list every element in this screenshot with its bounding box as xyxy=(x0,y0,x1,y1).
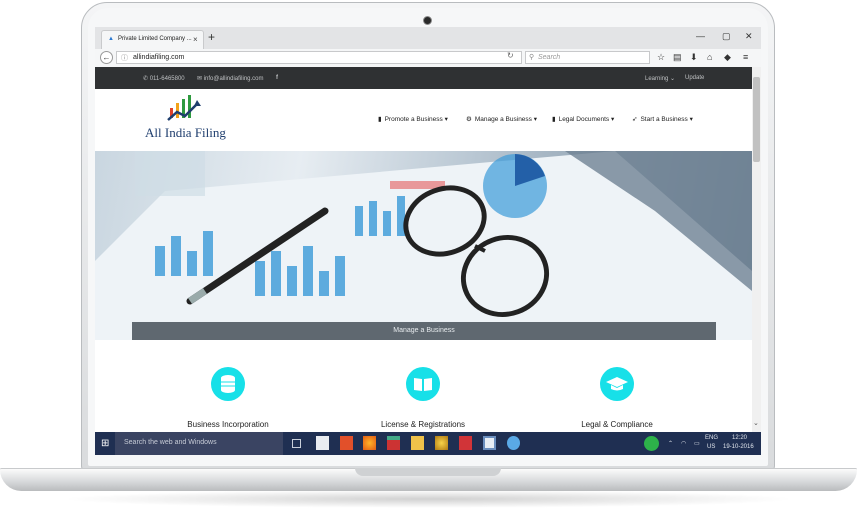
menu-start-business[interactable]: ➶ Start a Business ▾ xyxy=(632,115,693,123)
hero-banner[interactable]: Manage a Business xyxy=(95,151,752,340)
search-input[interactable]: ⚲ Search xyxy=(525,51,650,64)
webcam xyxy=(423,16,432,25)
browser-tab-bar: ▲ Private Limited Company ... × + — ▢ ✕ xyxy=(95,27,761,50)
pdf-icon[interactable] xyxy=(459,436,472,450)
photos-icon[interactable] xyxy=(483,436,496,450)
logo-text[interactable]: All India Filing xyxy=(145,125,226,141)
web-page: ✆ 011-6465800 ✉ info@allindiafiling.com … xyxy=(95,67,752,432)
menu-manage-business[interactable]: ⚙ Manage a Business ▾ xyxy=(466,115,537,123)
feature-title[interactable]: Legal & Compliance xyxy=(542,420,692,429)
screen: ▲ Private Limited Company ... × + — ▢ ✕ … xyxy=(95,27,761,455)
network-monitor-icon[interactable] xyxy=(644,436,659,451)
caret-down-icon: ▾ xyxy=(610,116,615,123)
update-link[interactable]: Update xyxy=(685,75,704,81)
chevron-up-icon[interactable]: ⌃ xyxy=(668,440,673,447)
features-section: Business Incorporation License & Registr… xyxy=(95,340,752,432)
menu-legal-documents[interactable]: ▮ Legal Documents ▾ xyxy=(552,115,614,123)
document-icon: ▮ xyxy=(552,116,556,123)
laptop-notch xyxy=(355,468,501,476)
database-icon[interactable] xyxy=(211,367,245,401)
home-icon[interactable]: ⌂ xyxy=(707,52,712,62)
hamburger-menu-icon[interactable]: ≡ xyxy=(743,52,748,62)
feature-title[interactable]: License & Registrations xyxy=(348,420,498,429)
facebook-icon[interactable]: f xyxy=(276,75,278,81)
media-app-icon[interactable] xyxy=(387,436,400,450)
url-text: allindiafiling.com xyxy=(133,54,185,61)
hero-caption: Manage a Business xyxy=(132,322,716,340)
store-icon[interactable] xyxy=(316,436,329,450)
download-icon[interactable]: ⬇ xyxy=(690,52,698,63)
windows-taskbar: ⊞ Search the web and Windows ⌃ ◠ ▭ ENG U… xyxy=(95,432,761,455)
clock-time[interactable]: 12:20 xyxy=(732,435,747,441)
file-explorer-icon[interactable] xyxy=(411,436,424,450)
search-placeholder: Search xyxy=(538,54,561,61)
caret-down-icon: ▾ xyxy=(533,116,537,123)
gear-icon: ⚙ xyxy=(466,116,472,123)
menu-promote-business[interactable]: ▮ Promote a Business ▾ xyxy=(378,115,448,123)
new-tab-button[interactable]: + xyxy=(208,30,215,44)
task-view-icon[interactable] xyxy=(292,439,301,448)
reload-icon[interactable]: ↻ xyxy=(507,51,514,60)
favicon-icon: ▲ xyxy=(108,36,114,42)
address-bar[interactable]: ⓘ allindiafiling.com xyxy=(116,51,522,64)
office-icon[interactable] xyxy=(340,436,353,450)
app-icon[interactable] xyxy=(507,436,520,450)
email-link[interactable]: ✉ info@allindiafiling.com xyxy=(197,75,264,82)
language-bottom[interactable]: US xyxy=(707,444,715,450)
logo-icon[interactable] xyxy=(167,94,205,124)
scroll-down-icon[interactable]: ⌄ xyxy=(753,419,759,427)
contact-strip: ✆ 011-6465800 ✉ info@allindiafiling.com … xyxy=(95,67,752,89)
rocket-icon: ➶ xyxy=(632,116,638,123)
scrollbar-thumb[interactable] xyxy=(753,77,760,162)
browser-tab[interactable]: ▲ Private Limited Company ... × xyxy=(101,30,204,49)
windows-start-icon[interactable]: ⊞ xyxy=(101,438,109,449)
phone-text: ✆ 011-6465800 xyxy=(143,76,185,82)
caret-down-icon: ▾ xyxy=(444,116,448,123)
bar-chart-icon: ▮ xyxy=(378,116,382,123)
page-scrollbar[interactable]: ⌄ xyxy=(752,67,761,432)
search-icon: ⚲ xyxy=(529,54,535,61)
clock-date[interactable]: 19-10-2016 xyxy=(723,444,754,450)
graduation-cap-icon[interactable] xyxy=(600,367,634,401)
taskbar-search[interactable]: Search the web and Windows xyxy=(115,432,283,455)
browser-nav-bar: ← ⓘ allindiafiling.com ↻ ⚲ Search ☆ ▤ ⬇ … xyxy=(95,49,761,68)
site-header: All India Filing ▮ Promote a Business ▾ ⚙… xyxy=(95,89,752,151)
notification-icon[interactable]: ▭ xyxy=(694,440,700,447)
minimize-icon[interactable]: — xyxy=(696,31,705,41)
feature-title[interactable]: Business Incorporation xyxy=(153,420,303,429)
firefox-icon[interactable] xyxy=(363,436,376,450)
tab-close-icon[interactable]: × xyxy=(193,35,198,44)
close-window-icon[interactable]: ✕ xyxy=(745,31,753,42)
wifi-icon[interactable]: ◠ xyxy=(681,440,686,447)
back-arrow-icon[interactable]: ← xyxy=(100,51,113,64)
maximize-icon[interactable]: ▢ xyxy=(722,31,731,42)
reading-list-icon[interactable]: ▤ xyxy=(673,52,682,63)
info-icon[interactable]: ⓘ xyxy=(121,53,128,63)
book-icon[interactable] xyxy=(406,367,440,401)
hero-photo xyxy=(95,151,752,340)
paint-icon[interactable] xyxy=(435,436,448,450)
pocket-icon[interactable]: ◆ xyxy=(724,52,731,63)
learning-link[interactable]: Learning ⌄ xyxy=(645,75,675,82)
language-top[interactable]: ENG xyxy=(705,435,718,441)
taskbar-search-text: Search the web and Windows xyxy=(124,439,217,446)
tab-title: Private Limited Company ... xyxy=(118,36,192,42)
laptop-shadow xyxy=(60,490,797,508)
caret-down-icon: ▾ xyxy=(689,116,693,123)
star-icon[interactable]: ☆ xyxy=(657,52,665,63)
